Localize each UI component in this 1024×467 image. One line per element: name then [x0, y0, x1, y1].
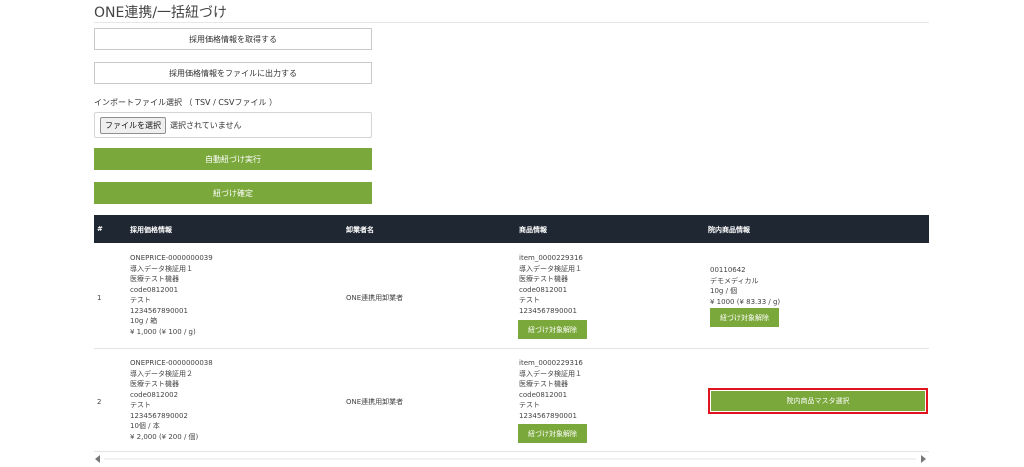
col-hospital-info-header: 院内商品情報 [708, 226, 750, 234]
title-divider [94, 22, 929, 23]
col-wholesaler-header: 卸業者名 [346, 226, 374, 234]
col-index-header: # [97, 225, 103, 233]
fetch-price-button[interactable]: 採用価格情報を取得する [94, 28, 372, 50]
row-index: 2 [97, 398, 102, 406]
row-divider [94, 348, 929, 349]
choose-file-button[interactable]: ファイルを選択 [100, 116, 166, 134]
price-info-cell: ONEPRICE-0000000038 導入データ検証用２ 医療テスト機器 co… [130, 359, 213, 441]
wholesaler-cell: ONE連携用卸業者 [346, 398, 404, 406]
auto-link-button[interactable]: 自動紐づけ実行 [94, 148, 372, 170]
col-price-info-header: 採用価格情報 [130, 226, 172, 234]
row-index: 1 [97, 294, 102, 302]
price-info-cell: ONEPRICE-0000000039 導入データ検証用１ 医療テスト機器 co… [130, 254, 213, 336]
unlink-hospital-button[interactable]: 紐づけ対象解除 [710, 308, 779, 327]
hospital-info-cell: 00110642 デモメディカル 10g / 個 ¥ 1000 (¥ 83.33… [710, 266, 781, 306]
hospital-master-select-button[interactable]: 院内商品マスタ選択 [711, 391, 925, 411]
wholesaler-cell: ONE連携用卸業者 [346, 294, 404, 302]
export-price-button[interactable]: 採用価格情報をファイルに出力する [94, 62, 372, 84]
page-title: ONE連携/一括紐づけ [94, 5, 228, 21]
table-header: # 採用価格情報 卸業者名 商品情報 院内商品情報 [94, 215, 929, 243]
file-input[interactable]: ファイルを選択 選択されていません [94, 112, 372, 138]
hospital-master-select-highlight: 院内商品マスタ選択 [708, 388, 928, 414]
row-divider [94, 451, 929, 452]
horizontal-scrollbar[interactable] [104, 458, 916, 460]
col-product-info-header: 商品情報 [519, 226, 547, 234]
product-info-cell: item_0000229316 導入データ検証用１ 医療テスト機器 code08… [519, 254, 583, 315]
scroll-right-arrow-icon[interactable] [921, 455, 926, 463]
confirm-link-button[interactable]: 紐づけ確定 [94, 182, 372, 204]
unlink-product-button[interactable]: 紐づけ対象解除 [518, 424, 587, 443]
product-info-cell: item_0000229316 導入データ検証用１ 医療テスト機器 code08… [519, 359, 583, 420]
import-file-label: インポートファイル選択 （ TSV / CSVファイル ） [94, 98, 277, 107]
file-status-text: 選択されていません [170, 120, 242, 130]
scroll-left-arrow-icon[interactable] [95, 455, 100, 463]
unlink-product-button[interactable]: 紐づけ対象解除 [518, 320, 587, 339]
